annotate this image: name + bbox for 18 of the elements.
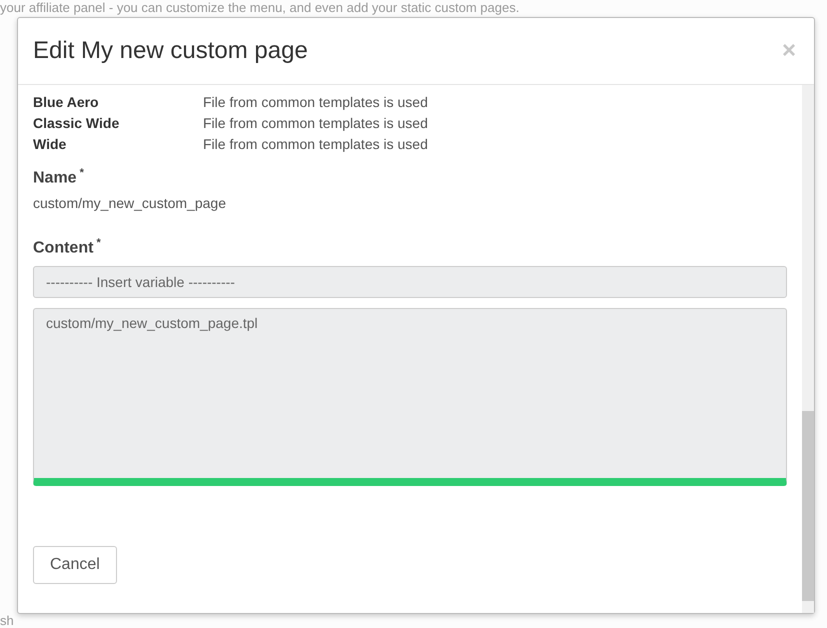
field-label: Name <box>33 169 77 186</box>
field-label: Content <box>33 240 94 257</box>
cancel-button[interactable]: Cancel <box>33 546 117 584</box>
template-status: File from common templates is used <box>203 135 428 153</box>
template-status: File from common templates is used <box>203 114 428 132</box>
template-status: File from common templates is used <box>203 93 428 111</box>
template-name: Wide <box>33 135 68 153</box>
insert-variable-dropdown[interactable]: ---------- Insert variable ---------- <box>33 266 787 298</box>
required-mark: * <box>80 167 84 179</box>
template-name: Classic Wide <box>33 114 120 132</box>
modal-title: Edit My new custom page <box>33 37 308 65</box>
name-value: custom/my_new_custom_page <box>33 195 227 212</box>
template-name: Blue Aero <box>33 93 100 111</box>
required-mark: * <box>96 237 101 250</box>
content-textarea[interactable]: custom/my_new_custom_page.tpl <box>33 308 787 486</box>
background-text: sh <box>0 614 15 628</box>
scrollbar[interactable] <box>802 85 814 613</box>
intro-text: your affiliate panel - you can customize the menu, and even add your static custom pages. <box>0 0 520 16</box>
